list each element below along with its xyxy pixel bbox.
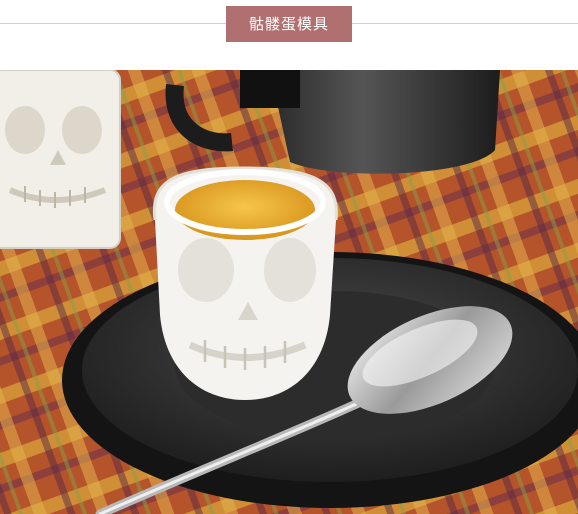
page-title: 骷髅蛋模具	[226, 6, 352, 42]
skull-egg	[152, 166, 338, 400]
page-header: 骷髅蛋模具	[0, 0, 578, 70]
product-photo	[0, 70, 578, 514]
skull-egg-cup-illustration	[0, 70, 578, 514]
skull-mold-box	[0, 70, 121, 249]
